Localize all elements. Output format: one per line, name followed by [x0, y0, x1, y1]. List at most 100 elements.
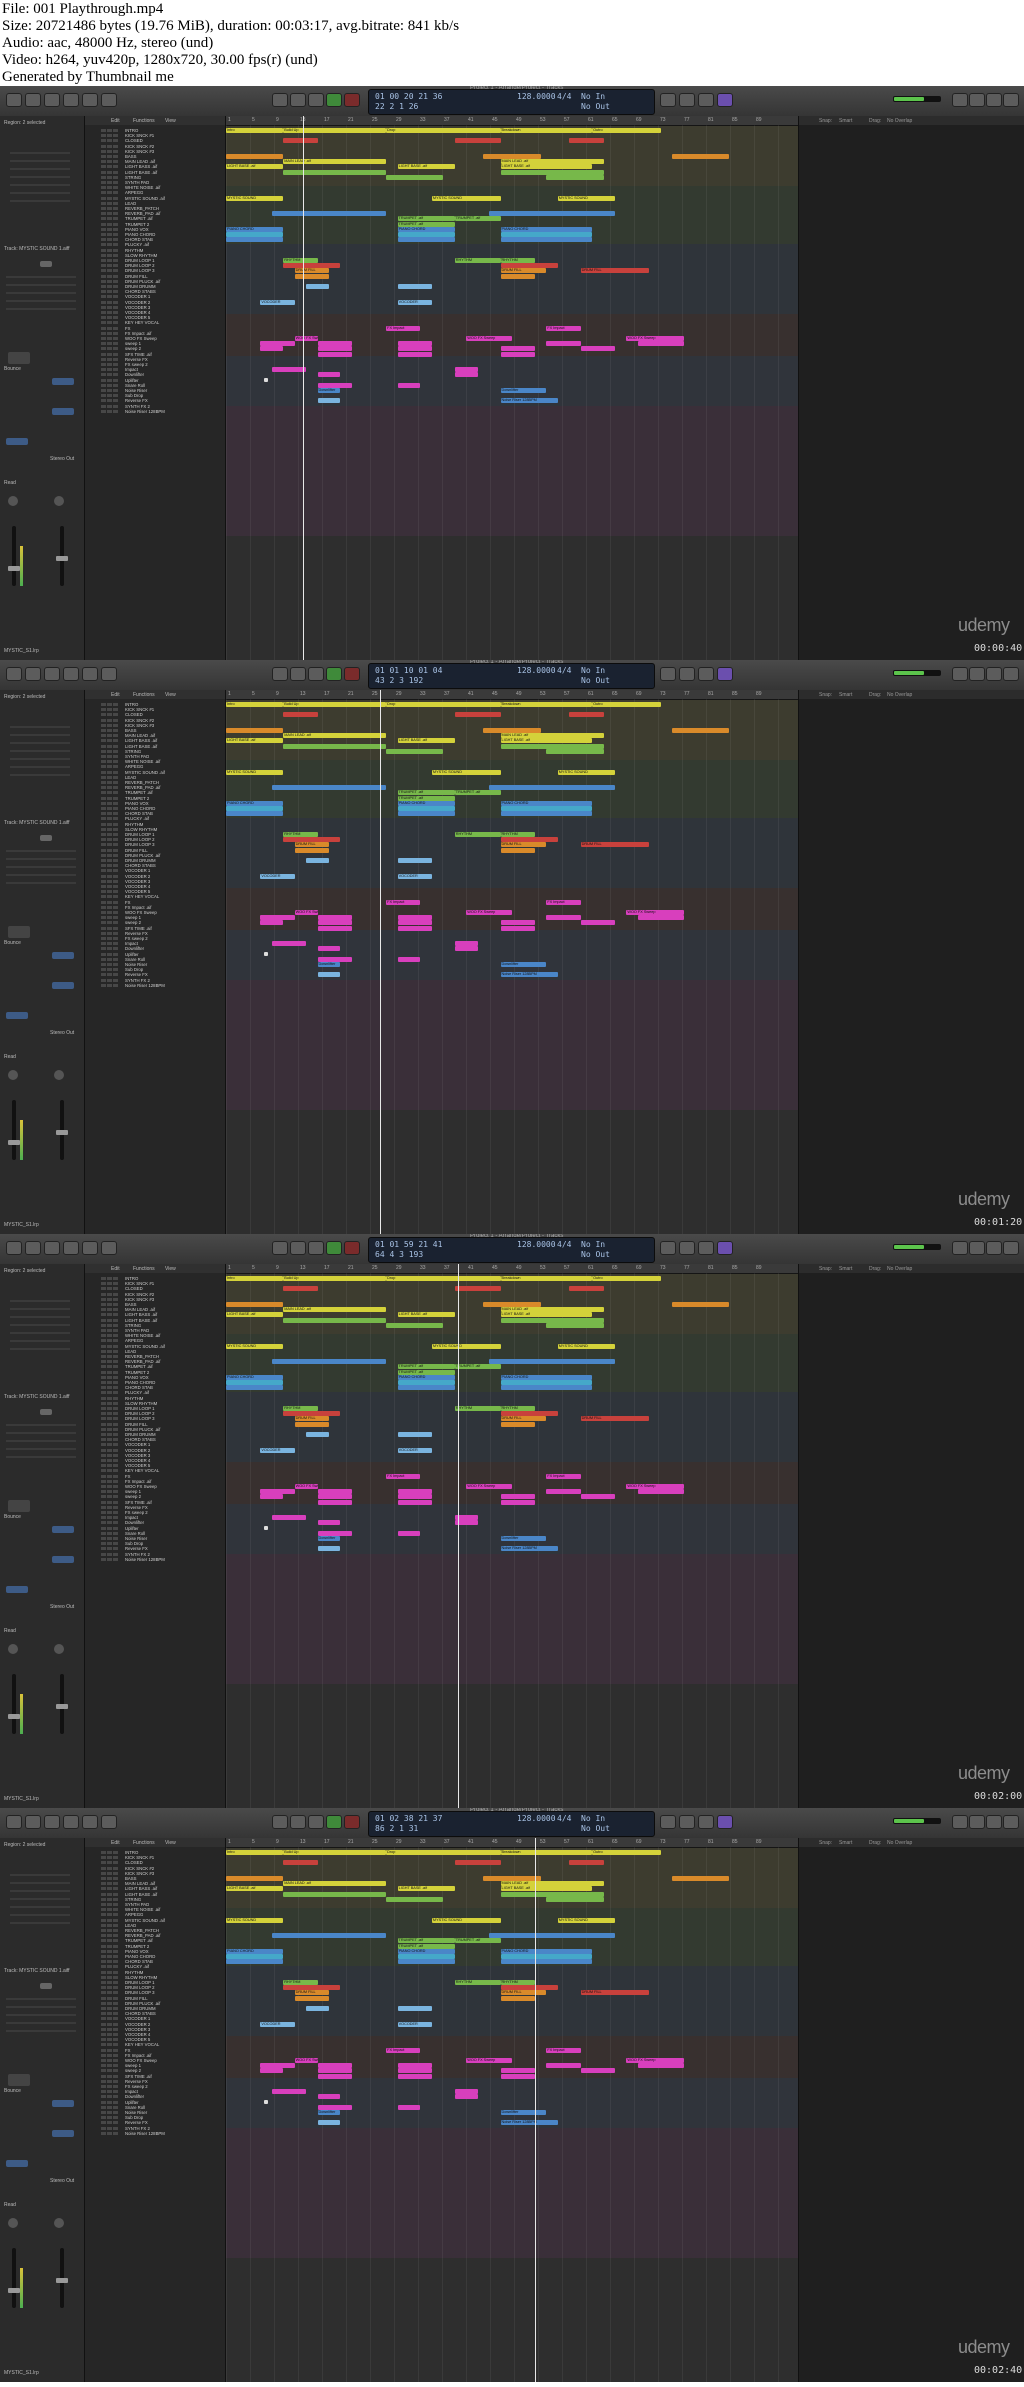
- audio-region[interactable]: LIGHT BASE .aif: [500, 1886, 593, 1892]
- mute-button[interactable]: [101, 1996, 106, 2000]
- mute-button[interactable]: [101, 1908, 106, 1912]
- mute-button[interactable]: [101, 838, 106, 842]
- solo-button[interactable]: [107, 248, 112, 252]
- mute-button[interactable]: [101, 1479, 106, 1483]
- mute-button[interactable]: [101, 978, 106, 982]
- record-enable-button[interactable]: [113, 838, 118, 842]
- audio-region[interactable]: WOO FX Sweep: [466, 910, 512, 915]
- mixer-icon[interactable]: [82, 667, 98, 681]
- cycle-icon[interactable]: [660, 667, 676, 681]
- record-enable-button[interactable]: [113, 269, 118, 273]
- mute-button[interactable]: [101, 1923, 106, 1927]
- solo-button[interactable]: [107, 2043, 112, 2047]
- eq-slot[interactable]: [6, 1586, 28, 1593]
- solo-button[interactable]: [107, 383, 112, 387]
- inspector-parameter-row[interactable]: [6, 1432, 76, 1434]
- audio-region[interactable]: MYSTIC SOUND: [431, 769, 501, 775]
- record-enable-button[interactable]: [113, 321, 118, 325]
- arrange-area[interactable]: 1 5 9 13 17 21 25 29 33 37 41 45 49 53 57 61 65 69 73 77 81 8…: [226, 1264, 798, 1808]
- audio-region[interactable]: [294, 273, 329, 279]
- solo-button[interactable]: [107, 1970, 112, 1974]
- solo-button[interactable]: [107, 1505, 112, 1509]
- mute-button[interactable]: [101, 942, 106, 946]
- mute-button[interactable]: [101, 363, 106, 366]
- record-enable-button[interactable]: [113, 207, 118, 210]
- record-enable-button[interactable]: [113, 911, 118, 914]
- mute-button[interactable]: [101, 2001, 106, 2005]
- record-enable-button[interactable]: [113, 181, 118, 184]
- record-enable-button[interactable]: [113, 1349, 118, 1353]
- audio-region[interactable]: [454, 712, 501, 718]
- mute-button[interactable]: [101, 827, 106, 831]
- audio-region[interactable]: Breakdown: [500, 702, 593, 707]
- functions-menu[interactable]: Functions: [133, 118, 155, 124]
- solo-button[interactable]: [107, 843, 112, 847]
- list-editor-icon[interactable]: [969, 667, 985, 681]
- solo-button[interactable]: [107, 786, 112, 790]
- record-enable-button[interactable]: [113, 1511, 118, 1514]
- audio-region[interactable]: [271, 1933, 387, 1939]
- audio-region[interactable]: FX Impact: [546, 325, 581, 331]
- record-enable-button[interactable]: [113, 2048, 118, 2052]
- mute-button[interactable]: [101, 1448, 106, 1452]
- audio-region[interactable]: [226, 1302, 284, 1307]
- record-enable-button[interactable]: [113, 399, 118, 403]
- record-enable-button[interactable]: [113, 404, 118, 408]
- audio-region[interactable]: [386, 1896, 444, 1902]
- solo-button[interactable]: [107, 1407, 112, 1410]
- solo-button[interactable]: [107, 1459, 112, 1462]
- mute-button[interactable]: [101, 1526, 106, 1530]
- solo-button[interactable]: [107, 1422, 112, 1426]
- solo-button[interactable]: [107, 1516, 112, 1520]
- mute-button[interactable]: [101, 233, 106, 236]
- library-icon[interactable]: [6, 93, 22, 107]
- audio-region[interactable]: TRUMPET .aif: [397, 1364, 455, 1370]
- solo-button[interactable]: [107, 1474, 112, 1478]
- record-enable-button[interactable]: [113, 1448, 118, 1452]
- audio-region[interactable]: Build Up: [283, 702, 387, 707]
- record-enable-button[interactable]: [113, 848, 118, 852]
- mute-button[interactable]: [101, 300, 106, 304]
- region-inspector-header[interactable]: Region: 2 selected: [4, 120, 45, 126]
- list-editor-icon[interactable]: [969, 1815, 985, 1829]
- record-enable-button[interactable]: [113, 926, 118, 930]
- mute-button[interactable]: [101, 968, 106, 972]
- record-enable-button[interactable]: [113, 2069, 118, 2073]
- automation-read-label[interactable]: Read: [4, 1628, 16, 1634]
- solo-button[interactable]: [107, 316, 112, 320]
- audio-region[interactable]: Downlifter: [317, 2110, 341, 2115]
- solo-button[interactable]: [107, 212, 112, 216]
- record-enable-button[interactable]: [113, 817, 118, 821]
- mute-button[interactable]: [101, 378, 106, 382]
- record-enable-button[interactable]: [113, 1970, 118, 1974]
- volume-fader[interactable]: [12, 526, 16, 586]
- mute-button[interactable]: [101, 781, 106, 784]
- mute-button[interactable]: [101, 775, 106, 779]
- mute-button[interactable]: [101, 1866, 106, 1870]
- mute-button[interactable]: [101, 243, 106, 247]
- audio-region[interactable]: [454, 946, 478, 952]
- solo-button[interactable]: [107, 347, 112, 351]
- record-enable-button[interactable]: [113, 2095, 118, 2099]
- audio-region[interactable]: MYSTIC SOUND: [557, 769, 615, 775]
- functions-menu[interactable]: Functions: [133, 692, 155, 698]
- inspector-parameter-row[interactable]: [6, 276, 76, 278]
- audio-region[interactable]: TRUMPET .aif: [454, 790, 501, 796]
- mute-button[interactable]: [101, 947, 106, 951]
- audio-region[interactable]: Downlifter: [317, 1536, 341, 1541]
- record-enable-button[interactable]: [113, 160, 118, 164]
- audio-region[interactable]: LIGHT BASE .aif: [397, 1312, 455, 1318]
- audio-region[interactable]: [306, 1432, 329, 1437]
- solo-button[interactable]: [107, 1448, 112, 1452]
- solo-button[interactable]: [107, 2048, 112, 2052]
- record-enable-button[interactable]: [113, 155, 118, 158]
- record-enable-button[interactable]: [113, 791, 118, 795]
- record-enable-button[interactable]: [113, 1355, 118, 1358]
- audio-region[interactable]: [226, 1876, 284, 1881]
- solo-button[interactable]: [107, 1552, 112, 1556]
- record-enable-button[interactable]: [113, 165, 118, 169]
- record-enable-button[interactable]: [113, 1407, 118, 1410]
- audio-region[interactable]: Outro: [592, 128, 661, 133]
- editors-icon[interactable]: [101, 1241, 117, 1255]
- inspector-parameter-row[interactable]: [6, 2022, 76, 2024]
